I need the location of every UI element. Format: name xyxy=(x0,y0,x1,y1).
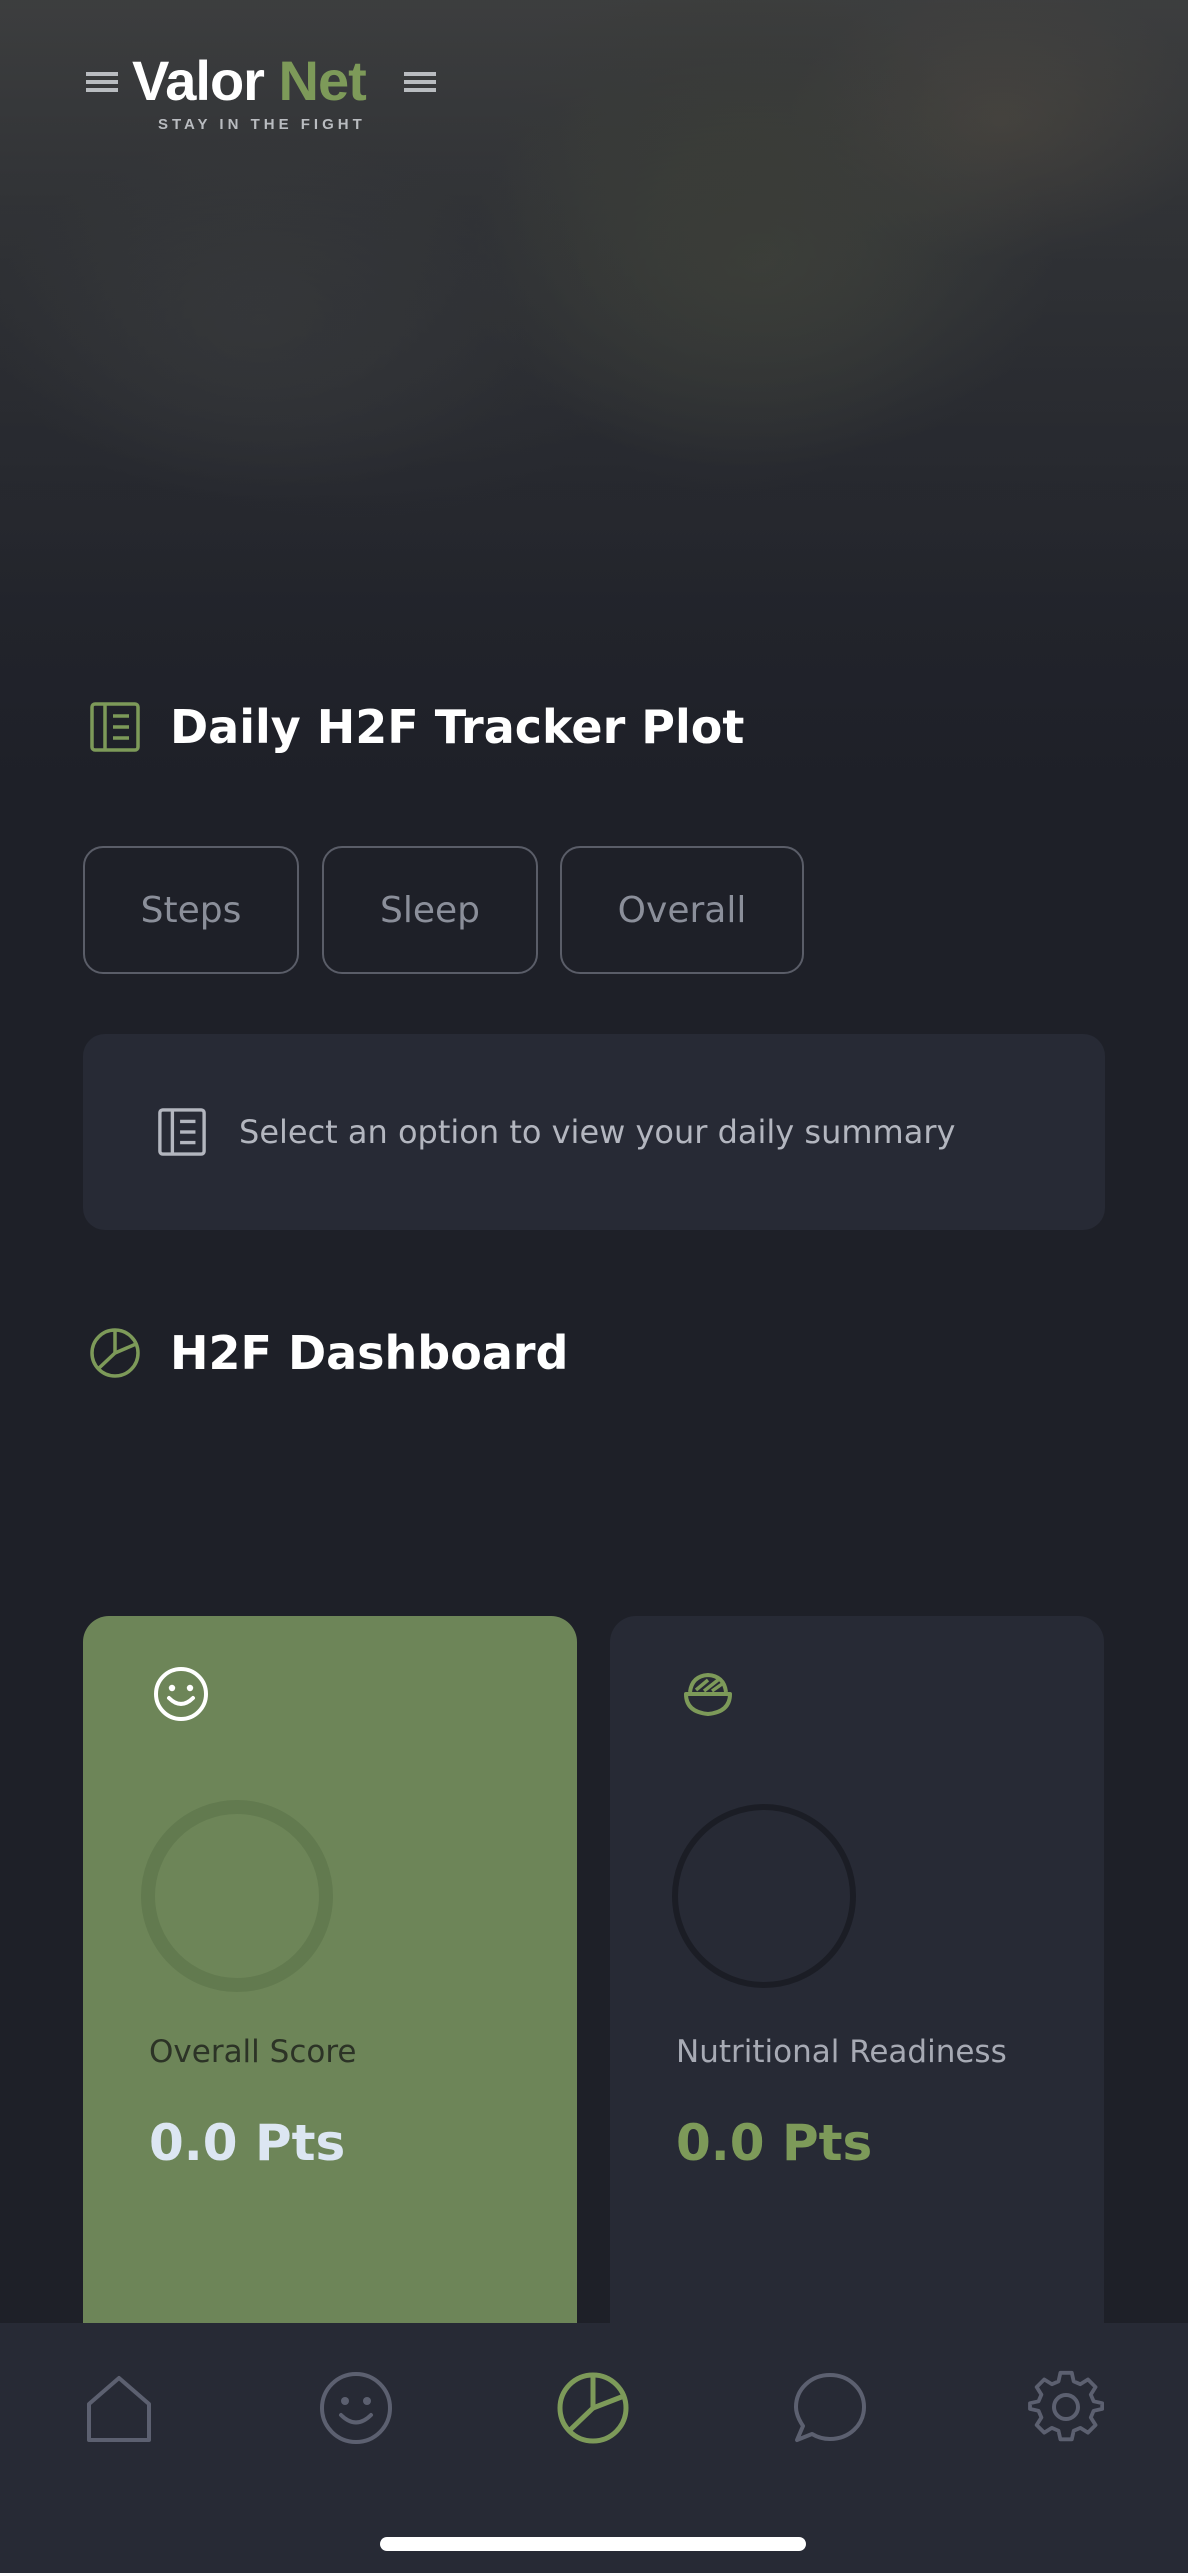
logo-word-valor: Valor xyxy=(132,49,265,112)
overall-score-value: 0.0 Pts xyxy=(149,2114,346,2172)
nav-home-button[interactable] xyxy=(74,2365,164,2455)
chat-bubble-icon xyxy=(792,2370,868,2450)
food-bowl-icon xyxy=(678,1664,738,1724)
nav-settings-button[interactable] xyxy=(1021,2365,1111,2455)
nav-wellness-button[interactable] xyxy=(311,2365,401,2455)
daily-summary-card: Select an option to view your daily summ… xyxy=(83,1034,1105,1230)
nutritional-readiness-card[interactable]: Nutritional Readiness 0.0 Pts xyxy=(610,1616,1104,2376)
smiley-icon xyxy=(151,1664,211,1724)
overall-score-progress-ring xyxy=(141,1800,333,1992)
logo-word-net: Net xyxy=(278,49,367,112)
document-list-icon xyxy=(155,1105,209,1159)
sleep-option-button[interactable]: Sleep xyxy=(322,846,538,974)
home-icon xyxy=(83,2372,155,2448)
pie-chart-icon xyxy=(555,2370,631,2450)
logo-lines-left xyxy=(86,72,118,96)
app-logo: Valor Net STAY IN THE FIGHT xyxy=(86,48,446,138)
overall-score-label: Overall Score xyxy=(149,2034,357,2070)
nav-chat-button[interactable] xyxy=(785,2365,875,2455)
overall-option-button[interactable]: Overall xyxy=(560,846,804,974)
smiley-icon xyxy=(318,2370,394,2450)
nav-dashboard-button[interactable] xyxy=(548,2365,638,2455)
logo-wordmark: Valor Net xyxy=(132,48,367,114)
home-indicator-bar xyxy=(380,2537,806,2551)
pie-chart-icon xyxy=(88,1326,142,1380)
dashboard-title: H2F Dashboard xyxy=(170,1326,569,1380)
dashboard-section-header: H2F Dashboard xyxy=(88,1326,568,1380)
steps-option-button[interactable]: Steps xyxy=(83,846,299,974)
nutritional-readiness-value: 0.0 Pts xyxy=(676,2114,873,2172)
nutritional-readiness-progress-ring xyxy=(672,1804,856,1988)
gear-icon xyxy=(1028,2370,1105,2450)
logo-lines-right xyxy=(404,72,436,96)
overall-score-card[interactable]: Overall Score 0.0 Pts xyxy=(83,1616,577,2376)
tracker-section-header: Daily H2F Tracker Plot xyxy=(88,700,744,754)
summary-placeholder-text: Select an option to view your daily summ… xyxy=(239,1113,956,1151)
nutritional-readiness-label: Nutritional Readiness xyxy=(676,2034,1007,2070)
logo-tagline: STAY IN THE FIGHT xyxy=(158,116,366,133)
bottom-navigation-bar xyxy=(0,2323,1188,2573)
document-list-icon xyxy=(88,700,142,754)
tracker-title: Daily H2F Tracker Plot xyxy=(170,700,745,754)
